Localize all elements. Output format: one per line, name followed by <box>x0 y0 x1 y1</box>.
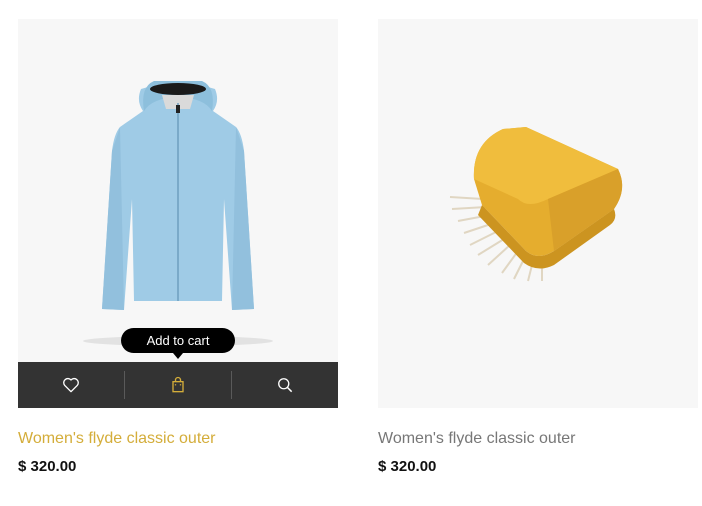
shopping-bag-icon <box>172 376 184 393</box>
add-to-cart-button[interactable] <box>125 362 231 408</box>
quick-view-button[interactable] <box>232 362 338 408</box>
product-card-1[interactable]: Add to cart Women's flyde classic outer … <box>18 19 338 475</box>
wishlist-button[interactable] <box>18 362 124 408</box>
product-title[interactable]: Women's flyde classic outer <box>18 428 338 450</box>
product-card-2[interactable]: Women's flyde classic outer $ 320.00 <box>378 19 698 475</box>
product-action-bar <box>18 362 338 408</box>
add-to-cart-tooltip: Add to cart <box>121 328 235 359</box>
product-title[interactable]: Women's flyde classic outer <box>378 428 698 450</box>
heart-icon <box>63 377 79 393</box>
product-price: $ 320.00 <box>378 458 437 475</box>
blanket-image <box>449 127 623 282</box>
search-icon <box>278 378 293 393</box>
product-price: $ 320.00 <box>18 458 77 475</box>
product-image-frame[interactable] <box>378 19 698 408</box>
product-image-frame[interactable]: Add to cart <box>18 19 338 408</box>
